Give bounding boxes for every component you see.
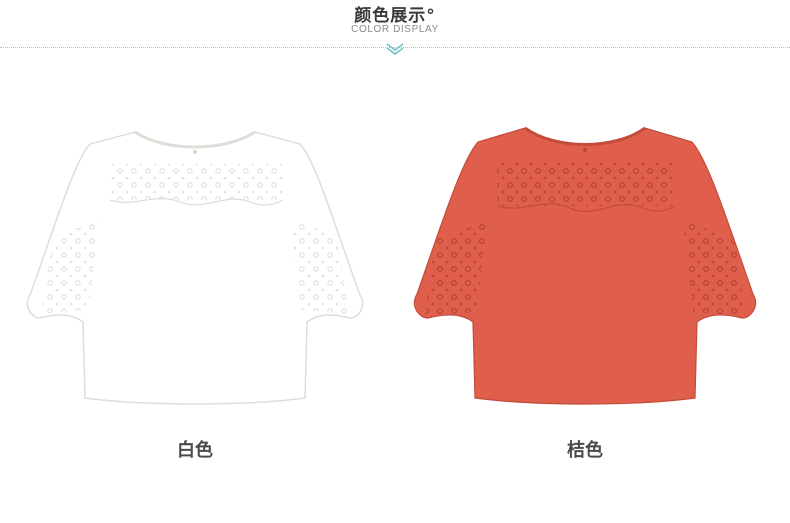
product-color-label: 桔色 [567, 440, 603, 461]
product-color-label: 白色 [177, 440, 213, 461]
page-subtitle: COLOR DISPLAY [351, 24, 439, 35]
page-title: 颜色展示° [354, 6, 436, 26]
product-swatch-white[interactable]: 白色 [15, 80, 375, 480]
orange-blouse-image [413, 126, 757, 405]
section-header: 颜色展示° COLOR DISPLAY [0, 0, 790, 70]
product-swatch-orange[interactable]: 桔色 [405, 80, 765, 480]
white-blouse-image [26, 130, 364, 405]
chevron-down-icon [386, 43, 404, 55]
